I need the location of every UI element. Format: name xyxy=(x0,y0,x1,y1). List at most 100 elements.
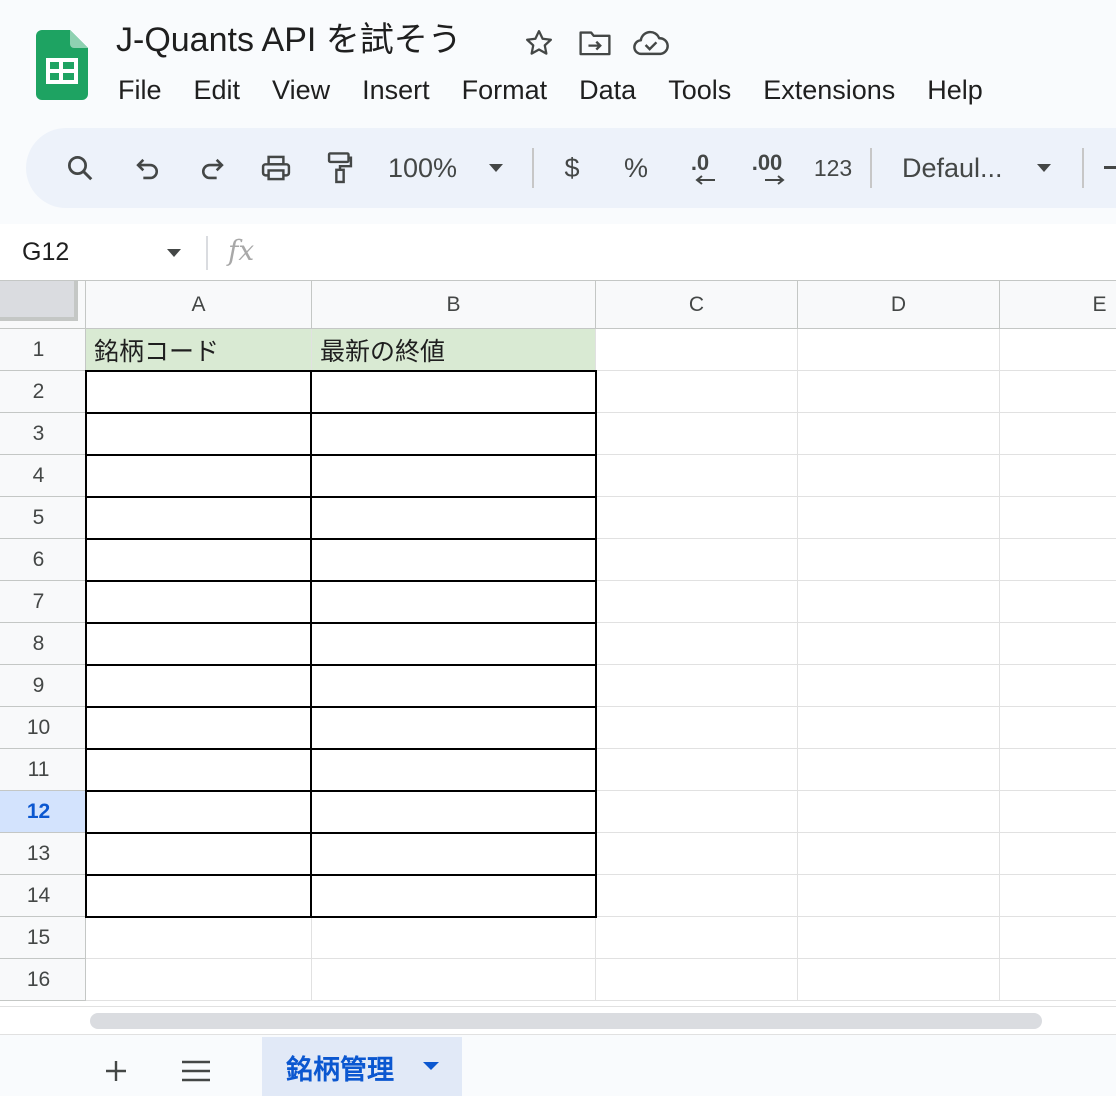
cell-b1[interactable]: 最新の終値 xyxy=(312,329,596,371)
grid-cell[interactable] xyxy=(86,917,312,959)
row-header-16[interactable]: 16 xyxy=(0,959,86,1001)
grid-cell[interactable] xyxy=(86,455,312,497)
grid-cell[interactable] xyxy=(312,665,596,707)
column-header-c[interactable]: C xyxy=(596,281,798,329)
grid-cell[interactable] xyxy=(798,833,1000,875)
grid-cell[interactable] xyxy=(798,875,1000,917)
grid-cell[interactable] xyxy=(312,749,596,791)
all-sheets-icon[interactable] xyxy=(176,1051,216,1091)
grid-cell[interactable] xyxy=(596,455,798,497)
grid-cell[interactable] xyxy=(596,329,798,371)
grid-cell[interactable] xyxy=(1000,875,1116,917)
grid-cell[interactable] xyxy=(798,455,1000,497)
decrease-decimal-button[interactable]: .0 xyxy=(678,142,722,194)
grid-cell[interactable] xyxy=(1000,665,1116,707)
grid-cell[interactable] xyxy=(86,581,312,623)
column-header-d[interactable]: D xyxy=(798,281,1000,329)
cell-a1[interactable]: 銘柄コード xyxy=(86,329,312,371)
grid-cell[interactable] xyxy=(596,497,798,539)
grid-cell[interactable] xyxy=(798,329,1000,371)
grid-cell[interactable] xyxy=(798,539,1000,581)
grid-cell[interactable] xyxy=(1000,371,1116,413)
grid-cell[interactable] xyxy=(312,917,596,959)
grid-cell[interactable] xyxy=(596,413,798,455)
grid-cell[interactable] xyxy=(596,539,798,581)
grid-cell[interactable] xyxy=(596,707,798,749)
grid-cell[interactable] xyxy=(596,749,798,791)
menu-insert[interactable]: Insert xyxy=(346,68,446,112)
grid-cell[interactable] xyxy=(1000,623,1116,665)
sheets-logo-icon[interactable] xyxy=(36,30,88,100)
grid-cell[interactable] xyxy=(1000,497,1116,539)
redo-icon[interactable] xyxy=(190,142,234,194)
menu-extensions[interactable]: Extensions xyxy=(747,68,911,112)
grid-cell[interactable] xyxy=(798,917,1000,959)
row-header-11[interactable]: 11 xyxy=(0,749,86,791)
column-header-a[interactable]: A xyxy=(86,281,312,329)
currency-format-button[interactable]: $ xyxy=(552,142,592,194)
menu-file[interactable]: File xyxy=(102,68,178,112)
row-header-9[interactable]: 9 xyxy=(0,665,86,707)
grid-cell[interactable] xyxy=(312,959,596,1001)
grid-cell[interactable] xyxy=(596,371,798,413)
grid-cell[interactable] xyxy=(596,665,798,707)
sheet-tab-caret-icon[interactable] xyxy=(422,1061,440,1071)
grid-cell[interactable] xyxy=(596,581,798,623)
increase-decimal-button[interactable]: .00 xyxy=(742,142,792,194)
grid-cell[interactable] xyxy=(312,497,596,539)
zoom-caret-icon[interactable] xyxy=(484,142,508,194)
grid-cell[interactable] xyxy=(798,623,1000,665)
grid-cell[interactable] xyxy=(86,833,312,875)
sheet-tab-active[interactable]: 銘柄管理 xyxy=(262,1037,462,1096)
row-header-4[interactable]: 4 xyxy=(0,455,86,497)
grid-cell[interactable] xyxy=(312,791,596,833)
grid-cell[interactable] xyxy=(798,371,1000,413)
row-header-15[interactable]: 15 xyxy=(0,917,86,959)
row-header-1[interactable]: 1 xyxy=(0,329,86,371)
zoom-select[interactable]: 100% xyxy=(388,142,470,194)
decrease-font-size-icon[interactable] xyxy=(1102,142,1116,194)
grid-cell[interactable] xyxy=(86,749,312,791)
menu-tools[interactable]: Tools xyxy=(652,68,747,112)
row-header-7[interactable]: 7 xyxy=(0,581,86,623)
row-header-13[interactable]: 13 xyxy=(0,833,86,875)
grid-cell[interactable] xyxy=(86,665,312,707)
select-all-corner[interactable] xyxy=(0,281,86,329)
grid-cell[interactable] xyxy=(1000,749,1116,791)
row-header-12[interactable]: 12 xyxy=(0,791,86,833)
row-header-2[interactable]: 2 xyxy=(0,371,86,413)
grid-cell[interactable] xyxy=(1000,833,1116,875)
grid-cell[interactable] xyxy=(86,875,312,917)
grid-cell[interactable] xyxy=(1000,959,1116,1001)
name-box[interactable]: G12 xyxy=(22,232,192,272)
grid-cell[interactable] xyxy=(86,497,312,539)
grid-cell[interactable] xyxy=(86,791,312,833)
row-header-10[interactable]: 10 xyxy=(0,707,86,749)
scrollbar-thumb[interactable] xyxy=(90,1013,1042,1029)
grid-cell[interactable] xyxy=(312,455,596,497)
row-header-5[interactable]: 5 xyxy=(0,497,86,539)
more-formats-button[interactable]: 123 xyxy=(808,142,858,194)
grid-cell[interactable] xyxy=(798,413,1000,455)
grid-cell[interactable] xyxy=(1000,707,1116,749)
row-header-8[interactable]: 8 xyxy=(0,623,86,665)
menu-edit[interactable]: Edit xyxy=(178,68,257,112)
grid-cell[interactable] xyxy=(86,371,312,413)
grid-cell[interactable] xyxy=(86,959,312,1001)
row-header-3[interactable]: 3 xyxy=(0,413,86,455)
grid-cell[interactable] xyxy=(596,875,798,917)
horizontal-scrollbar[interactable] xyxy=(0,1006,1116,1034)
font-select[interactable]: Defaul... xyxy=(902,142,1014,194)
document-title[interactable]: J-Quants API を試そう xyxy=(116,18,462,62)
grid-cell[interactable] xyxy=(596,791,798,833)
freeze-handle[interactable] xyxy=(0,281,78,321)
grid-cell[interactable] xyxy=(1000,791,1116,833)
grid-cell[interactable] xyxy=(798,665,1000,707)
grid-cell[interactable] xyxy=(1000,917,1116,959)
grid-cell[interactable] xyxy=(1000,329,1116,371)
sheet-grid[interactable]: A B C D E 1 2 3 4 5 6 7 8 9 10 11 12 13 … xyxy=(0,280,1116,1006)
grid-cell[interactable] xyxy=(86,413,312,455)
menu-format[interactable]: Format xyxy=(446,68,564,112)
grid-cell[interactable] xyxy=(86,707,312,749)
grid-cell[interactable] xyxy=(596,623,798,665)
